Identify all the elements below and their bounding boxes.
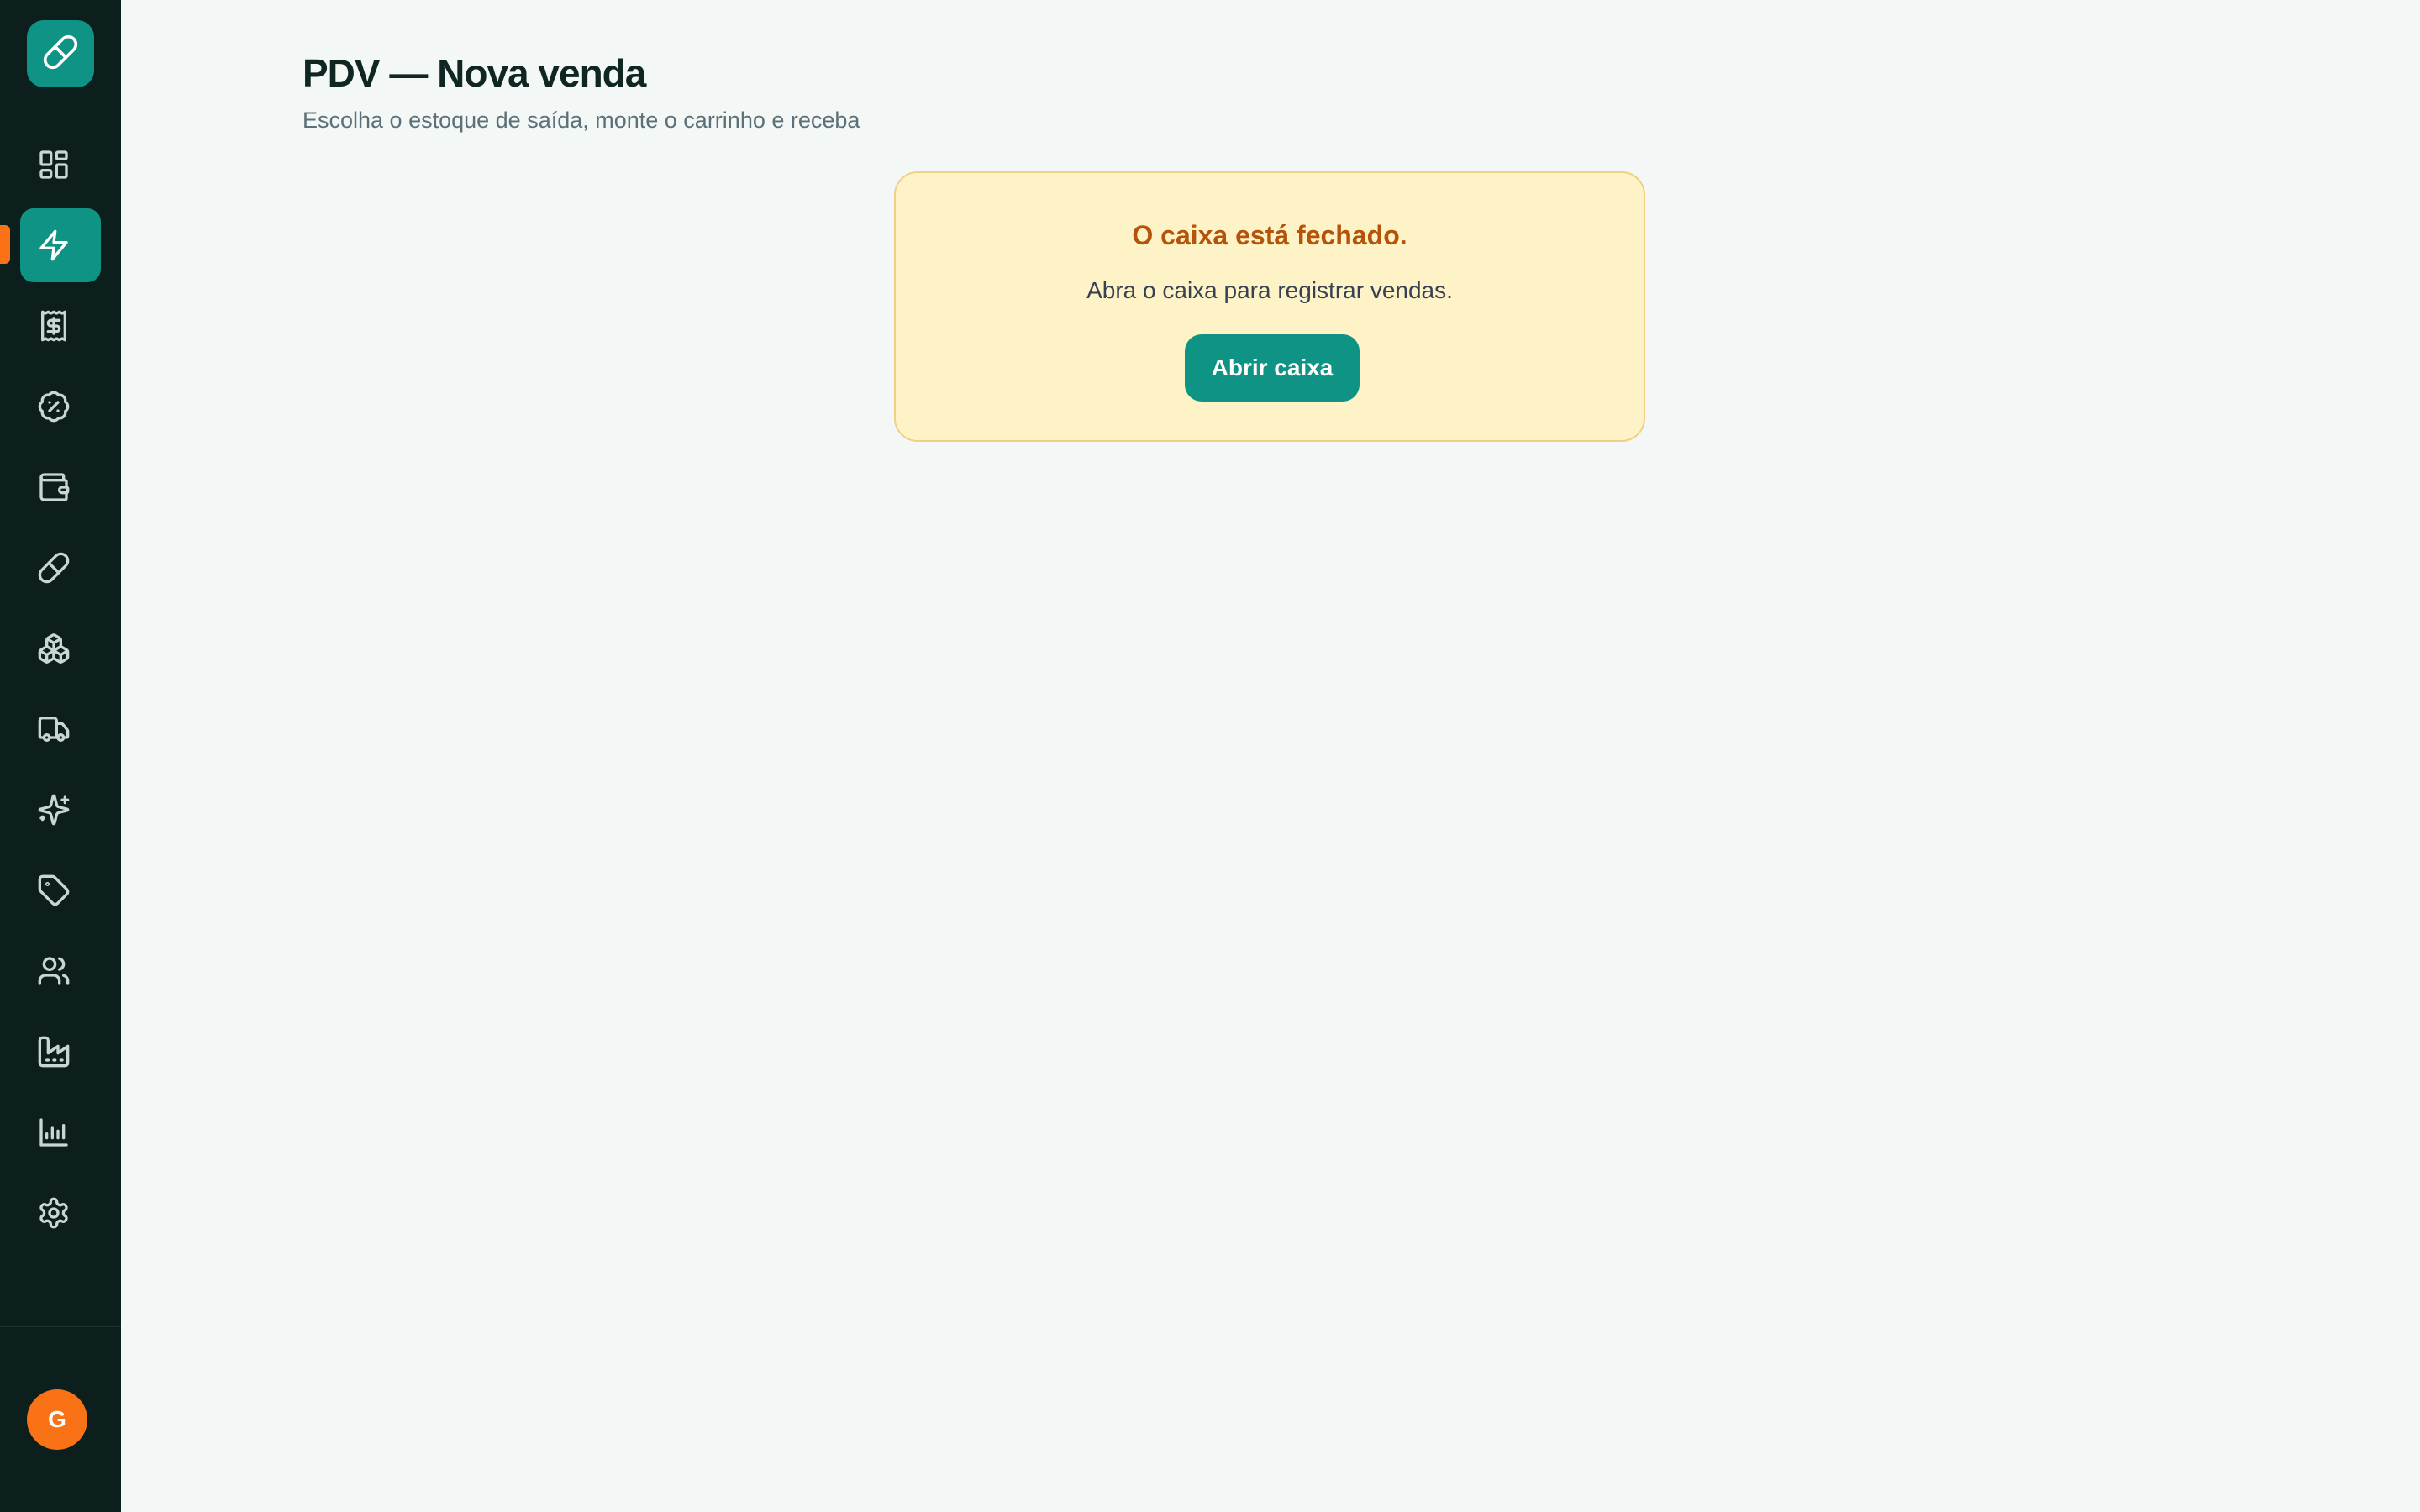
sidebar-item-tags[interactable]	[20, 853, 101, 927]
sidebar-item-settings[interactable]	[20, 1176, 101, 1250]
sidebar-item-promotions[interactable]	[20, 773, 101, 847]
sidebar-item-discounts[interactable]	[20, 370, 101, 444]
sidebar-item-dashboard[interactable]	[20, 128, 101, 202]
pill-icon	[38, 552, 70, 584]
active-nav-indicator	[0, 225, 10, 264]
sidebar-item-wallet[interactable]	[20, 450, 101, 524]
tag-icon	[38, 874, 70, 906]
open-register-button[interactable]: Abrir caixa	[1185, 334, 1360, 402]
register-closed-notice: O caixa está fechado. Abra o caixa para …	[894, 171, 1645, 442]
factory-icon	[38, 1036, 70, 1068]
page-subtitle: Escolha o estoque de saída, monte o carr…	[302, 108, 860, 133]
notice-title: O caixa está fechado.	[1132, 220, 1407, 250]
dashboard-icon	[39, 150, 68, 179]
boxes-icon	[38, 633, 70, 664]
sparkles-icon	[38, 794, 70, 826]
sidebar-item-delivery[interactable]	[20, 692, 101, 766]
notice-message: Abra o caixa para registrar vendas.	[1086, 277, 1453, 303]
sidebar-item-reports[interactable]	[20, 1095, 101, 1169]
sidebar-item-customers[interactable]	[20, 934, 101, 1008]
sidebar-item-stock[interactable]	[20, 612, 101, 685]
sidebar-item-products[interactable]	[20, 531, 101, 605]
truck-icon	[38, 717, 70, 742]
sidebar-item-sales[interactable]	[20, 289, 101, 363]
sidebar-item-suppliers[interactable]	[20, 1015, 101, 1089]
receipt-dollar-icon	[41, 310, 67, 342]
users-icon	[38, 957, 70, 985]
bar-chart-icon	[39, 1118, 68, 1147]
sidebar-divider	[0, 1326, 121, 1327]
gear-icon	[39, 1197, 68, 1229]
percent-badge-icon	[38, 391, 70, 423]
app-logo[interactable]	[27, 20, 94, 87]
pill-icon	[42, 34, 79, 75]
sidebar: G	[0, 0, 121, 1512]
user-avatar[interactable]: G	[27, 1389, 87, 1450]
sidebar-item-pdv[interactable]	[20, 208, 101, 282]
wallet-icon	[39, 473, 70, 501]
page-title: PDV — Nova venda	[302, 51, 646, 95]
lightning-icon	[39, 229, 68, 261]
